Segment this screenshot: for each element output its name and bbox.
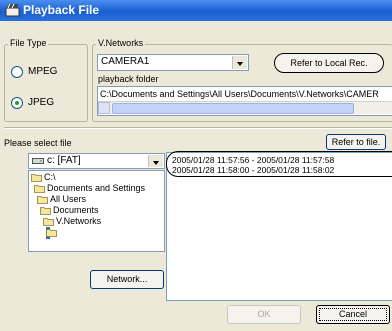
network-button[interactable]: Network...: [90, 270, 164, 289]
folder-tree[interactable]: C:\ Documents and Settings All Users Doc…: [28, 170, 165, 252]
radio-mpeg-button[interactable]: [11, 66, 23, 78]
folder-label: Documents: [53, 205, 99, 215]
file-type-group: [4, 44, 88, 122]
open-folder-icon: [43, 218, 54, 226]
chevron-down-icon[interactable]: [148, 155, 163, 167]
open-folder-icon: [34, 185, 45, 193]
playback-file-dialog: Playback File File Type MPEG JPEG V.Netw…: [0, 0, 392, 331]
scroll-thumb[interactable]: [112, 103, 354, 114]
refer-local-rec-button[interactable]: Refer to Local Rec.: [274, 53, 384, 73]
refer-to-file-button[interactable]: Refer to file.: [326, 134, 386, 150]
ok-button[interactable]: OK: [227, 305, 301, 324]
radio-mpeg-label: MPEG: [28, 66, 58, 77]
folder-label: Documents and Settings: [47, 183, 146, 193]
radio-jpeg-button[interactable]: [11, 97, 23, 109]
radio-mpeg[interactable]: MPEG: [11, 66, 81, 78]
title-bar[interactable]: Playback File: [0, 0, 392, 21]
drive-icon: [32, 158, 44, 164]
file-type-group-label: File Type: [8, 38, 49, 48]
playback-folder-path-field[interactable]: C:\Documents and Settings\All Users\Docu…: [97, 86, 392, 116]
radio-jpeg[interactable]: JPEG: [11, 97, 81, 109]
drive-select-value: c: [FAT]: [47, 155, 81, 166]
film-clapper-icon: [5, 3, 20, 17]
open-folder-icon: [31, 174, 42, 182]
folder-label: All Users: [50, 194, 87, 204]
file-list-highlight: [166, 151, 392, 177]
scroll-left-icon[interactable]: [98, 102, 110, 114]
select-file-label: Please select file: [4, 138, 72, 148]
open-folder-icon: [40, 207, 51, 215]
folder-label: CAMERA1: [59, 227, 103, 237]
camera-select[interactable]: CAMERA1: [97, 54, 249, 71]
cancel-button[interactable]: Cancel: [316, 305, 390, 324]
radio-jpeg-label: JPEG: [28, 97, 55, 108]
playback-folder-label: playback folder: [98, 74, 159, 84]
open-folder-icon: [37, 196, 48, 204]
networks-group-label: V.Networks: [96, 38, 146, 48]
path-horizontal-scrollbar[interactable]: [98, 101, 392, 114]
folder-item-camera1[interactable]: CAMERA1: [46, 227, 103, 239]
folder-label: V.Networks: [56, 216, 102, 226]
radio-selected-dot: [15, 101, 19, 105]
separator: [4, 127, 392, 129]
folder-label: C:\: [44, 172, 56, 182]
open-folder-icon: [46, 229, 57, 237]
drive-select[interactable]: c: [FAT]: [28, 153, 165, 169]
playback-folder-path: C:\Documents and Settings\All Users\Docu…: [100, 89, 379, 99]
window-title: Playback File: [23, 3, 100, 17]
camera-select-value: CAMERA1: [101, 56, 150, 67]
chevron-down-icon[interactable]: [232, 56, 247, 69]
